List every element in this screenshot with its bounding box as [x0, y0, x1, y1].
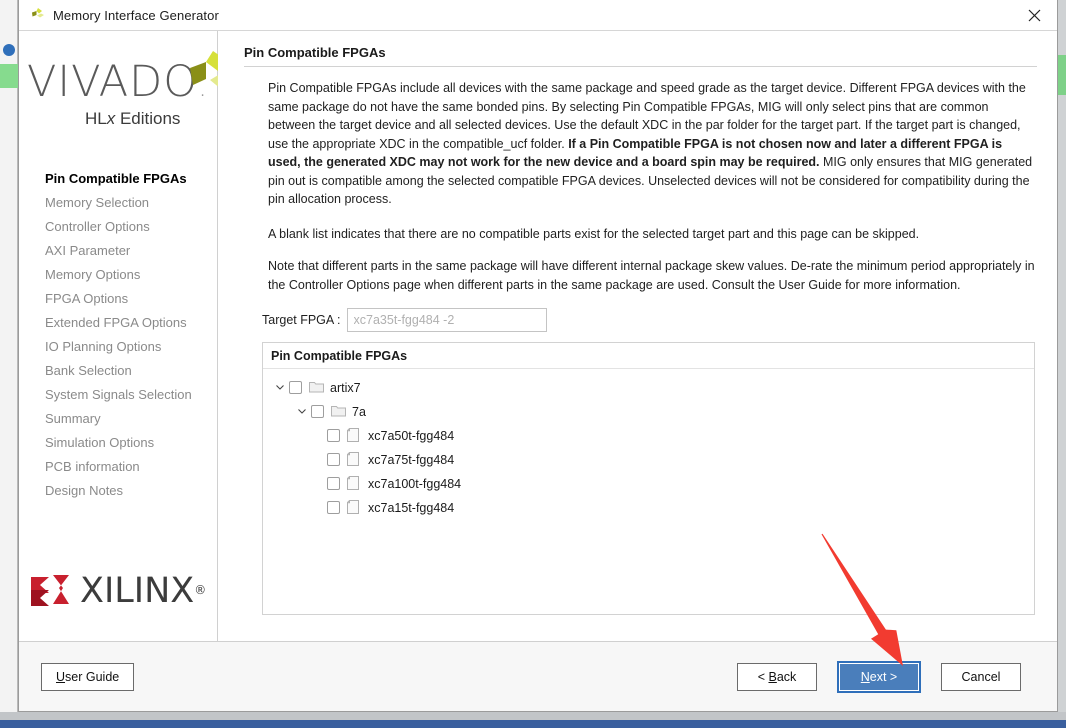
- user-guide-mnemonic: U: [56, 669, 66, 684]
- background-window-left-strip: [0, 0, 18, 728]
- tree-checkbox-xc7a75t-fgg484[interactable]: [327, 452, 340, 466]
- description-paragraph-1: Pin Compatible FPGAs include all devices…: [268, 79, 1037, 209]
- chevron-down-icon[interactable]: [273, 380, 287, 394]
- user-guide-button[interactable]: User Guide: [41, 662, 135, 691]
- sidebar-item-memory-selection[interactable]: Memory Selection: [45, 191, 217, 215]
- footer-actions: < Back Next > Cancel: [737, 660, 1035, 693]
- folder-icon: [309, 380, 324, 394]
- tree-row-xc7a50t-fgg484[interactable]: xc7a50t-fgg484: [263, 423, 1034, 447]
- tree-row-xc7a75t-fgg484[interactable]: xc7a75t-fgg484: [263, 447, 1034, 471]
- vivado-wordmark: VIVADO.: [27, 57, 208, 107]
- fpga-tree: artix7 7a xc7a50t-fgg484 xc7a75t-fgg484 …: [263, 369, 1034, 614]
- target-fpga-label: Target FPGA :: [262, 313, 341, 327]
- dialog-footer: User Guide < Back Next > Cancel: [19, 641, 1057, 711]
- back-mnemonic: B: [768, 669, 777, 684]
- xilinx-branding: XILINX®: [19, 571, 217, 641]
- background-bottom-bar: [0, 712, 1066, 720]
- background-blue-dot-icon: [3, 44, 15, 56]
- sidebar-item-controller-options[interactable]: Controller Options: [45, 215, 217, 239]
- sidebar-item-memory-options[interactable]: Memory Options: [45, 263, 217, 287]
- cancel-button[interactable]: Cancel: [941, 662, 1021, 691]
- main-content: Pin Compatible FPGAs Pin Compatible FPGA…: [218, 31, 1057, 641]
- background-green-tab-right: [1058, 55, 1066, 95]
- edition-italic: x: [106, 109, 116, 128]
- folder-icon: [331, 404, 346, 418]
- sidebar: VIVADO. HLx Editions Pin Compatible FPGA…: [19, 31, 236, 641]
- sidebar-item-bank-selection[interactable]: Bank Selection: [45, 359, 217, 383]
- tree-checkbox-artix7[interactable]: [289, 380, 302, 394]
- vivado-logo-icon: [29, 7, 45, 23]
- sidebar-item-pcb-information[interactable]: PCB information: [45, 455, 217, 479]
- tree-label-xc7a100t-fgg484: xc7a100t-fgg484: [368, 476, 462, 491]
- tree-label-xc7a15t-fgg484: xc7a15t-fgg484: [368, 500, 455, 515]
- xilinx-mark-icon: [29, 571, 71, 611]
- sidebar-item-io-planning-options[interactable]: IO Planning Options: [45, 335, 217, 359]
- device-file-icon: [347, 452, 362, 466]
- tree-checkbox-7a[interactable]: [311, 404, 324, 418]
- pin-compatible-fpgas-panel: Pin Compatible FPGAs artix7 7a xc7a50t-f…: [262, 342, 1035, 615]
- tree-label-7a: 7a: [352, 404, 366, 419]
- back-label: ack: [776, 669, 797, 684]
- tree-row-artix7[interactable]: artix7: [263, 375, 1034, 399]
- next-label: ext >: [869, 669, 898, 684]
- page-title: Pin Compatible FPGAs: [244, 45, 386, 60]
- tree-label-xc7a75t-fgg484: xc7a75t-fgg484: [368, 452, 455, 467]
- target-fpga-input[interactable]: [346, 308, 547, 332]
- tree-checkbox-xc7a100t-fgg484[interactable]: [327, 476, 340, 490]
- sidebar-item-extended-fpga-options[interactable]: Extended FPGA Options: [45, 311, 217, 335]
- device-file-icon: [347, 476, 362, 490]
- tree-row-xc7a15t-fgg484[interactable]: xc7a15t-fgg484: [263, 495, 1034, 519]
- close-icon[interactable]: [1011, 0, 1057, 30]
- vivado-branding: VIVADO. HLx Editions: [19, 31, 236, 149]
- title-bar: Memory Interface Generator: [19, 0, 1057, 31]
- device-file-icon: [347, 428, 362, 442]
- sidebar-item-system-signals-selection[interactable]: System Signals Selection: [45, 383, 217, 407]
- xilinx-wordmark: XILINX®: [80, 571, 206, 611]
- tree-checkbox-xc7a50t-fgg484[interactable]: [327, 428, 340, 442]
- description-paragraph-2: A blank list indicates that there are no…: [268, 226, 920, 241]
- sidebar-item-design-notes[interactable]: Design Notes: [45, 479, 217, 503]
- target-fpga-row: Target FPGA :: [262, 308, 1037, 332]
- sidebar-item-axi-parameter[interactable]: AXI Parameter: [45, 239, 217, 263]
- tree-label-artix7: artix7: [330, 380, 361, 395]
- vivado-wordmark-text: VIVADO: [27, 57, 199, 107]
- background-window-right-edge: [1058, 0, 1066, 728]
- tree-row-xc7a100t-fgg484[interactable]: xc7a100t-fgg484: [263, 471, 1034, 495]
- description-paragraph-3: Note that different parts in the same pa…: [268, 259, 1035, 292]
- device-file-icon: [347, 500, 362, 514]
- chevron-down-icon[interactable]: [295, 404, 309, 418]
- user-guide-label: ser Guide: [65, 669, 120, 684]
- edition-prefix: HL: [85, 109, 107, 128]
- title-divider: [244, 66, 1037, 67]
- vivado-edition-label: HLx Editions: [85, 109, 180, 129]
- sidebar-item-summary[interactable]: Summary: [45, 407, 217, 431]
- sidebar-item-fpga-options[interactable]: FPGA Options: [45, 287, 217, 311]
- next-button[interactable]: Next >: [837, 660, 921, 693]
- dialog-body: VIVADO. HLx Editions Pin Compatible FPGA…: [19, 31, 1057, 641]
- xilinx-registered-mark: ®: [194, 583, 207, 597]
- xilinx-wordmark-text: XILINX: [80, 571, 195, 611]
- memory-interface-generator-dialog: Memory Interface Generator VIVADO. HLx E…: [18, 0, 1058, 712]
- tree-panel-title: Pin Compatible FPGAs: [263, 343, 1034, 369]
- taskbar: [0, 720, 1066, 728]
- back-button[interactable]: < Back: [737, 662, 817, 691]
- back-prefix: <: [757, 669, 769, 684]
- tree-checkbox-xc7a15t-fgg484[interactable]: [327, 500, 340, 514]
- tree-label-xc7a50t-fgg484: xc7a50t-fgg484: [368, 428, 455, 443]
- background-green-tab-left: [0, 64, 18, 88]
- next-mnemonic: N: [860, 669, 870, 684]
- edition-suffix: Editions: [115, 109, 181, 128]
- sidebar-item-pin-compatible-fpgas[interactable]: Pin Compatible FPGAs: [45, 167, 217, 191]
- tree-row-7a[interactable]: 7a: [263, 399, 1034, 423]
- sidebar-nav-list: Pin Compatible FPGAs Memory Selection Co…: [19, 149, 217, 571]
- window-title: Memory Interface Generator: [53, 7, 219, 23]
- sidebar-item-simulation-options[interactable]: Simulation Options: [45, 431, 217, 455]
